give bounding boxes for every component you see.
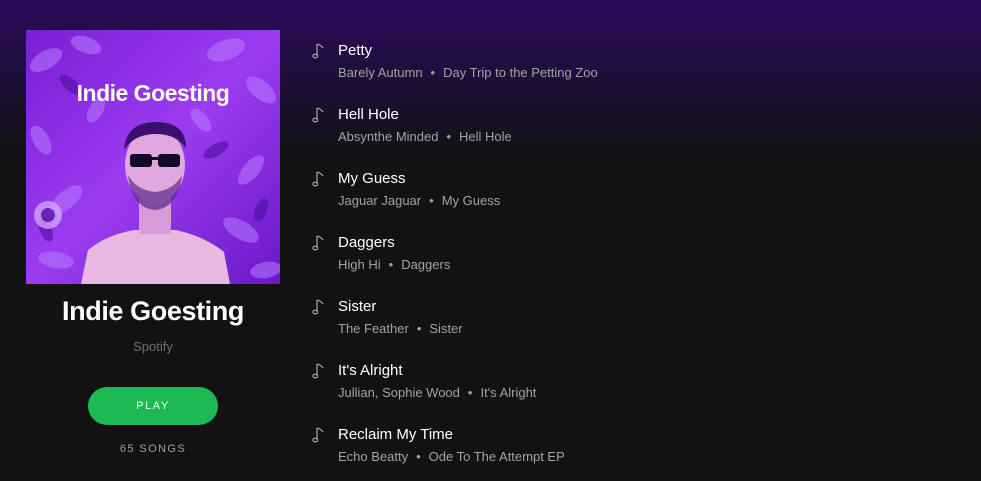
track-title[interactable]: Daggers (338, 234, 395, 251)
track-meta: Jaguar Jaguar • My Guess (338, 193, 500, 208)
play-button[interactable]: PLAY (88, 387, 218, 425)
playlist-cover-art[interactable]: Indie Goesting (26, 30, 280, 284)
track-meta: The Feather • Sister (338, 321, 463, 336)
track-album[interactable]: Day Trip to the Petting Zoo (443, 65, 598, 80)
cover-photo (26, 30, 280, 284)
track-row[interactable]: Sister The Feather • Sister (306, 290, 966, 354)
separator-dot: • (416, 321, 422, 336)
track-album[interactable]: Daggers (401, 257, 450, 272)
music-note-icon (312, 43, 324, 59)
music-note-icon (312, 235, 324, 251)
separator-dot: • (416, 449, 421, 464)
track-artist[interactable]: Barely Autumn (338, 65, 423, 80)
track-meta: Barely Autumn • Day Trip to the Petting Zo… (338, 65, 598, 80)
track-title[interactable]: It's Alright (338, 362, 403, 379)
track-row[interactable]: Reclaim My Time Echo Beatty • Ode To The A… (306, 418, 966, 481)
track-album[interactable]: Ode To The Attempt EP (429, 449, 565, 464)
separator-dot: • (388, 257, 394, 272)
music-note-icon (312, 299, 324, 315)
track-album[interactable]: Hell Hole (459, 129, 512, 144)
track-title[interactable]: Hell Hole (338, 106, 399, 123)
track-meta: High Hi • Daggers (338, 257, 450, 272)
separator-dot: • (429, 193, 434, 208)
track-artist[interactable]: High Hi (338, 257, 381, 272)
separator-dot: • (430, 65, 436, 80)
track-artist[interactable]: Jullian, Sophie Wood (338, 385, 460, 400)
track-title[interactable]: Reclaim My Time (338, 426, 453, 443)
cover-title-text: Indie Goesting (76, 80, 230, 106)
track-title[interactable]: Sister (338, 298, 376, 315)
music-note-icon (312, 363, 324, 379)
track-artist[interactable]: The Feather (338, 321, 409, 336)
music-note-icon (312, 171, 324, 187)
separator-dot: • (446, 129, 452, 144)
track-title[interactable]: Petty (338, 42, 372, 59)
music-note-icon (312, 427, 324, 443)
playlist-header-panel: Indie Goesting Indie Goesting Spotify PL… (0, 0, 306, 481)
track-row[interactable]: Daggers High Hi • Daggers (306, 226, 966, 290)
track-meta: Jullian, Sophie Wood • It's Alright (338, 385, 536, 400)
playlist-page: Indie Goesting Indie Goesting Spotify PL… (0, 0, 981, 481)
track-row[interactable]: Hell Hole Absynthe Minded • Hell Hole (306, 98, 966, 162)
track-meta: Echo Beatty • Ode To The Attempt EP (338, 449, 565, 464)
music-note-icon (312, 107, 324, 123)
playlist-title: Indie Goesting (62, 296, 244, 326)
playlist-owner-link[interactable]: Spotify (0, 339, 306, 354)
track-meta: Absynthe Minded • Hell Hole (338, 129, 512, 144)
track-row[interactable]: It's Alright Jullian, Sophie Wood • It's A… (306, 354, 966, 418)
track-row[interactable]: My Guess Jaguar Jaguar • My Guess (306, 162, 966, 226)
track-artist[interactable]: Absynthe Minded (338, 129, 438, 144)
track-album[interactable]: Sister (429, 321, 462, 336)
track-list: Petty Barely Autumn • Day Trip to the Pett… (306, 34, 966, 481)
separator-dot: • (467, 385, 473, 400)
track-artist[interactable]: Jaguar Jaguar (338, 193, 421, 208)
song-count: 65 SONGS (119, 443, 187, 455)
track-title[interactable]: My Guess (338, 170, 406, 187)
track-album[interactable]: It's Alright (480, 385, 536, 400)
track-row[interactable]: Petty Barely Autumn • Day Trip to the Pett… (306, 34, 966, 98)
track-artist[interactable]: Echo Beatty (338, 449, 408, 464)
track-album[interactable]: My Guess (442, 193, 501, 208)
